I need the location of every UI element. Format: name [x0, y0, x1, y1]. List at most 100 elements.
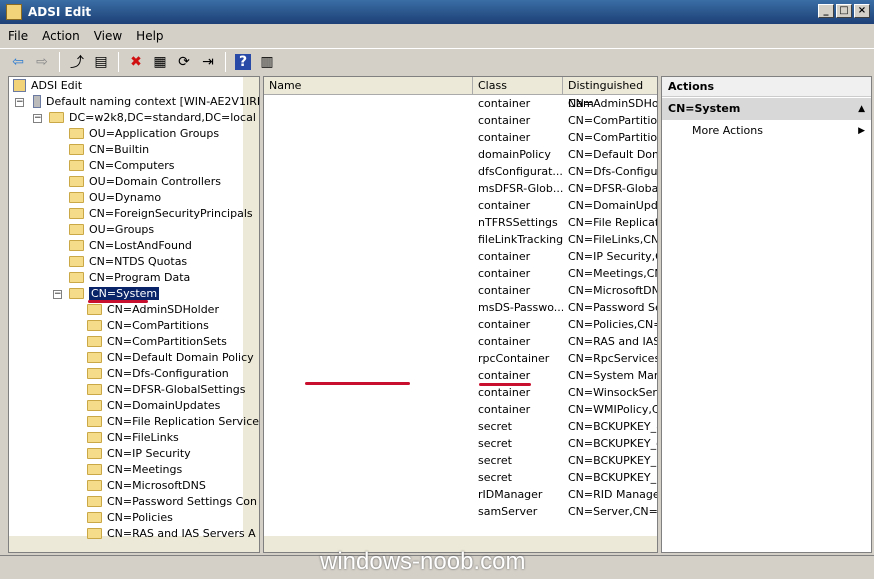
folder-icon	[87, 352, 102, 363]
list-row[interactable]: CN=ComPartitionSetscontainerCN=ComPartit…	[264, 129, 657, 146]
tree-item[interactable]: OU=Domain Controllers	[69, 174, 221, 190]
folder-icon	[69, 144, 84, 155]
list-row[interactable]: CN=RAS and IAS Servers Access C...contai…	[264, 333, 657, 350]
tree-item[interactable]: CN=Computers	[69, 158, 175, 174]
tree-root[interactable]: ADSI Edit	[13, 78, 82, 94]
tree-item[interactable]: CN=Password Settings Con	[87, 494, 257, 510]
column-header-name[interactable]: Name	[264, 77, 473, 95]
tree-item[interactable]: CN=Policies	[87, 510, 173, 526]
menu-action[interactable]: Action	[42, 29, 80, 43]
tree-item[interactable]: CN=ForeignSecurityPrincipals	[69, 206, 253, 222]
list-row[interactable]: CN=BCKUPKEY_c3ce2ca8-3958-4d...secretCN=…	[264, 435, 657, 452]
list-row[interactable]: CN=RpcServicesrpcContainerCN=RpcServices…	[264, 350, 657, 367]
tree-item[interactable]: CN=MicrosoftDNS	[87, 478, 206, 494]
refresh-icon: ⟳	[178, 53, 190, 70]
list-row[interactable]: CN=PoliciescontainerCN=Policies,CN=S	[264, 316, 657, 333]
menu-view[interactable]: View	[94, 29, 122, 43]
tree-item[interactable]: CN=Program Data	[69, 270, 190, 286]
export-list-icon: ⇥	[202, 53, 214, 70]
tree-item[interactable]: OU=Dynamo	[69, 190, 161, 206]
properties-button[interactable]: ▦	[150, 52, 170, 72]
delete-button[interactable]: ✖	[126, 52, 146, 72]
maximize-button[interactable]: □	[836, 4, 852, 18]
list-row[interactable]: CN=WMIPolicycontainerCN=WMIPolicy,CN	[264, 401, 657, 418]
close-button[interactable]: ×	[854, 4, 870, 18]
tree-item[interactable]: CN=Meetings	[87, 462, 182, 478]
folder-icon	[87, 384, 102, 395]
refresh-button[interactable]: ⟳	[174, 52, 194, 72]
export-list-button[interactable]: ⇥	[198, 52, 218, 72]
tree-item[interactable]: CN=AdminSDHolder	[87, 302, 219, 318]
list-row[interactable]: CN=ComPartitionscontainerCN=ComPartition…	[264, 112, 657, 129]
red-underline-annotation	[88, 300, 148, 303]
tree-item-label: CN=IP Security	[107, 447, 191, 460]
tree-item[interactable]: CN=FileLinks	[87, 430, 179, 446]
list-row[interactable]: CN=Dfs-ConfigurationdfsConfigurat...CN=D…	[264, 163, 657, 180]
up-folder-button[interactable]: ⤴	[67, 52, 87, 72]
column-header-dn[interactable]: Distinguished Nam	[563, 77, 657, 110]
list-row[interactable]: CN=BCKUPKEY_8d084508-9ad2-49...secretCN=…	[264, 418, 657, 435]
tree-vertical-scrollbar[interactable]	[243, 77, 259, 538]
folder-icon	[87, 304, 102, 315]
list-row[interactable]: CN=BCKUPKEY_P SecretsecretCN=BCKUPKEY_P	[264, 452, 657, 469]
tree-item[interactable]: CN=Dfs-Configuration	[87, 366, 229, 382]
collapse-toggle[interactable]: −	[15, 98, 24, 107]
tree-item[interactable]: CN=ComPartitions	[87, 318, 209, 334]
collapse-toggle[interactable]: −	[53, 290, 62, 299]
list-row[interactable]: CN=BCKUPKEY_PREFERRED SecretsecretCN=BCK…	[264, 469, 657, 486]
tree-item-label: CN=Program Data	[89, 271, 191, 284]
tree-item[interactable]: OU=Application Groups	[69, 126, 219, 142]
list-row[interactable]: CN=MicrosoftDNScontainerCN=MicrosoftDNS,	[264, 282, 657, 299]
tree-domain[interactable]: DC=w2k8,DC=standard,DC=local	[49, 110, 256, 126]
tree-item[interactable]: CN=DomainUpdates	[87, 398, 220, 414]
collapse-icon[interactable]: ▲	[858, 98, 865, 120]
tree-item-label: CN=Meetings	[107, 463, 183, 476]
list-row[interactable]: CN=ServersamServerCN=Server,CN=S	[264, 503, 657, 520]
tree-item[interactable]: CN=ComPartitionSets	[87, 334, 227, 350]
show-action-pane-button[interactable]: ▥	[257, 52, 277, 72]
folder-icon	[69, 176, 84, 187]
list-row[interactable]: CN=DFSR-GlobalSettingsmsDFSR-Glob...CN=D…	[264, 180, 657, 197]
list-row[interactable]: CN=AdminSDHoldercontainerCN=AdminSDHolde	[264, 95, 657, 112]
tree-item[interactable]: CN=Default Domain Policy	[87, 350, 254, 366]
tree-item-label: CN=FileLinks	[107, 431, 179, 444]
column-header-class[interactable]: Class	[473, 77, 563, 95]
tree-item[interactable]: CN=Builtin	[69, 142, 149, 158]
list-row[interactable]: CN=Default Domain PolicydomainPolicyCN=D…	[264, 146, 657, 163]
list-row[interactable]: CN=DomainUpdatescontainerCN=DomainUpdat	[264, 197, 657, 214]
menu-file[interactable]: File	[8, 29, 28, 43]
list-row[interactable]: CN=Password Settings ContainermsDS-Passw…	[264, 299, 657, 316]
menu-help[interactable]: Help	[136, 29, 163, 43]
more-actions-item[interactable]: More Actions ▶	[662, 120, 871, 142]
toolbar: ⇦ ⇨ ⤴ ▤ ✖ ▦ ⟳ ⇥? ▥	[0, 48, 874, 74]
row-dn: CN=Server,CN=S	[568, 505, 658, 518]
list-row[interactable]: CN=File Replication ServicenTFRSSettings…	[264, 214, 657, 231]
tree-default-naming-context[interactable]: Default naming context [WIN-AE2V1IRN	[33, 94, 259, 110]
tree-item[interactable]: CN=IP Security	[87, 446, 191, 462]
row-dn: CN=System Manag	[568, 369, 657, 382]
folder-icon	[69, 128, 84, 139]
toolbar-separator	[59, 51, 60, 72]
list-row[interactable]: CN=RID Manager$rIDManagerCN=RID Manager$	[264, 486, 657, 503]
back-arrow-button[interactable]: ⇦	[8, 52, 28, 72]
folder-icon	[69, 272, 84, 283]
tree-item[interactable]: CN=DFSR-GlobalSettings	[87, 382, 246, 398]
list-row[interactable]: CN=MeetingscontainerCN=Meetings,CN=	[264, 265, 657, 282]
actions-section-cn-system[interactable]: CN=System ▲	[662, 98, 871, 120]
tree-item[interactable]: OU=Groups	[69, 222, 154, 238]
list-row[interactable]: CN=FileLinksfileLinkTrackingCN=FileLinks…	[264, 231, 657, 248]
list-row[interactable]: CN=WinsockServicescontainerCN=WinsockSer…	[264, 384, 657, 401]
collapse-toggle[interactable]: −	[33, 114, 42, 123]
row-dn: CN=WMIPolicy,CN	[568, 403, 658, 416]
tree-item[interactable]: CN=LostAndFound	[69, 238, 192, 254]
list-row[interactable]: CN=IP SecuritycontainerCN=IP Security,CN	[264, 248, 657, 265]
row-class: samServer	[478, 505, 538, 518]
minimize-button[interactable]: _	[818, 4, 834, 18]
tree-item[interactable]: CN=NTDS Quotas	[69, 254, 187, 270]
help-button[interactable]: ?	[233, 52, 253, 72]
tree-item[interactable]: CN=RAS and IAS Servers A	[87, 526, 256, 542]
tree-item[interactable]: CN=File Replication Service	[87, 414, 259, 430]
show-hide-tree-button[interactable]: ▤	[91, 52, 111, 72]
forward-arrow-button[interactable]: ⇨	[32, 52, 52, 72]
show-action-pane-icon: ▥	[260, 53, 274, 70]
